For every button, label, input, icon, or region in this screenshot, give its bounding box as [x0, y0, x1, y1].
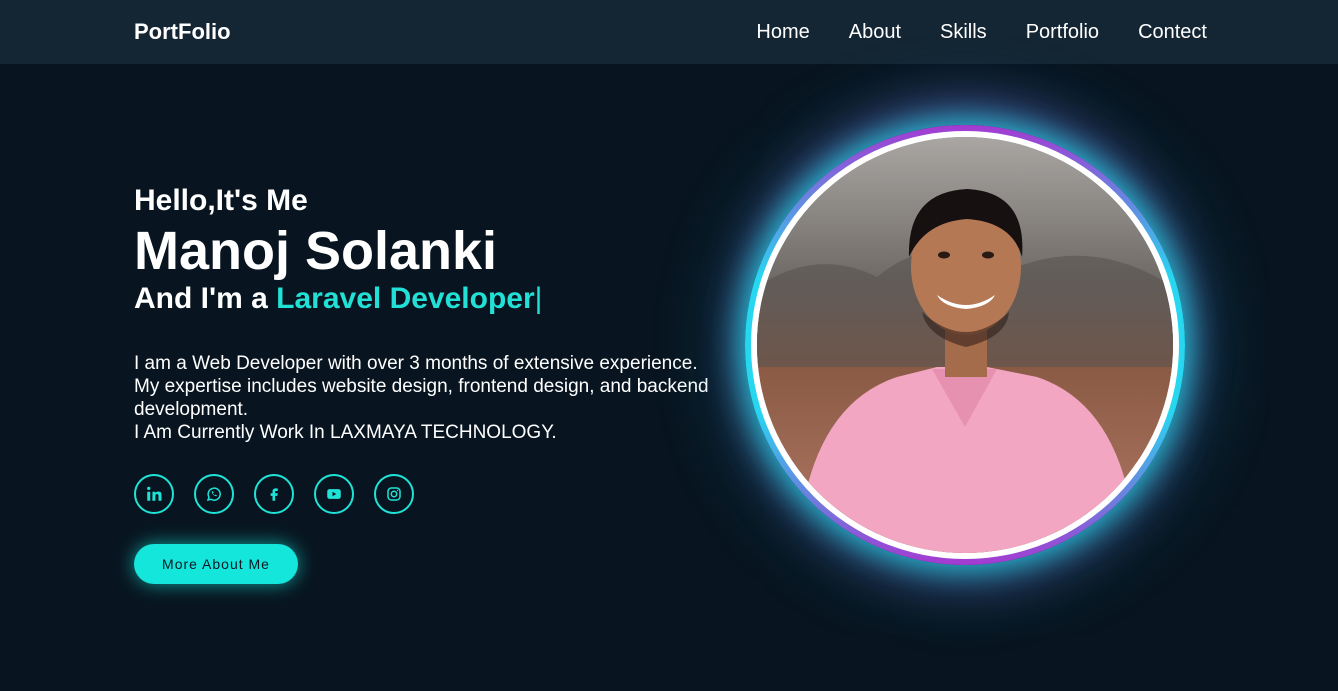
- role-prefix: And I'm a: [134, 282, 277, 315]
- linkedin-link[interactable]: [134, 474, 174, 514]
- instagram-icon: [387, 487, 401, 501]
- description-line: I Am Currently Work In LAXMAYA TECHNOLOG…: [134, 422, 557, 443]
- nav-home[interactable]: Home: [756, 21, 809, 44]
- description-line: I am a Web Developer with over 3 months …: [134, 353, 698, 374]
- whatsapp-link[interactable]: [194, 474, 234, 514]
- nav-portfolio[interactable]: Portfolio: [1026, 21, 1099, 44]
- facebook-link[interactable]: [254, 474, 294, 514]
- hero-role: And I'm a Laravel Developer|: [134, 282, 754, 316]
- youtube-icon: [327, 489, 341, 499]
- hero-content: Hello,It's Me Manoj Solanki And I'm a La…: [134, 184, 754, 584]
- role-highlight: Laravel Developer: [276, 282, 535, 315]
- typing-cursor: |: [534, 282, 543, 315]
- logo[interactable]: PortFolio: [134, 19, 231, 45]
- youtube-link[interactable]: [314, 474, 354, 514]
- profile-ring-inner: [751, 131, 1179, 559]
- nav-contact[interactable]: Contect: [1138, 21, 1207, 44]
- profile-photo: [757, 137, 1173, 553]
- linkedin-icon: [147, 486, 162, 501]
- hero-name: Manoj Solanki: [134, 221, 498, 281]
- instagram-link[interactable]: [374, 474, 414, 514]
- main-nav: Home About Skills Portfolio Contect: [756, 21, 1207, 44]
- facebook-icon: [270, 488, 278, 501]
- whatsapp-icon: [206, 487, 221, 502]
- social-links: [134, 474, 754, 514]
- description-line: My expertise includes website design, fr…: [134, 376, 709, 420]
- navbar: PortFolio Home About Skills Portfolio Co…: [0, 0, 1338, 64]
- nav-about[interactable]: About: [849, 21, 901, 44]
- profile-ring: [745, 125, 1185, 565]
- profile-photo-illustration: [757, 137, 1173, 553]
- nav-skills[interactable]: Skills: [940, 21, 987, 44]
- hero-description: I am a Web Developer with over 3 months …: [134, 352, 734, 444]
- page: PortFolio Home About Skills Portfolio Co…: [0, 0, 1338, 691]
- greeting: Hello,It's Me: [134, 184, 308, 217]
- more-about-me-button[interactable]: More About Me: [134, 544, 298, 584]
